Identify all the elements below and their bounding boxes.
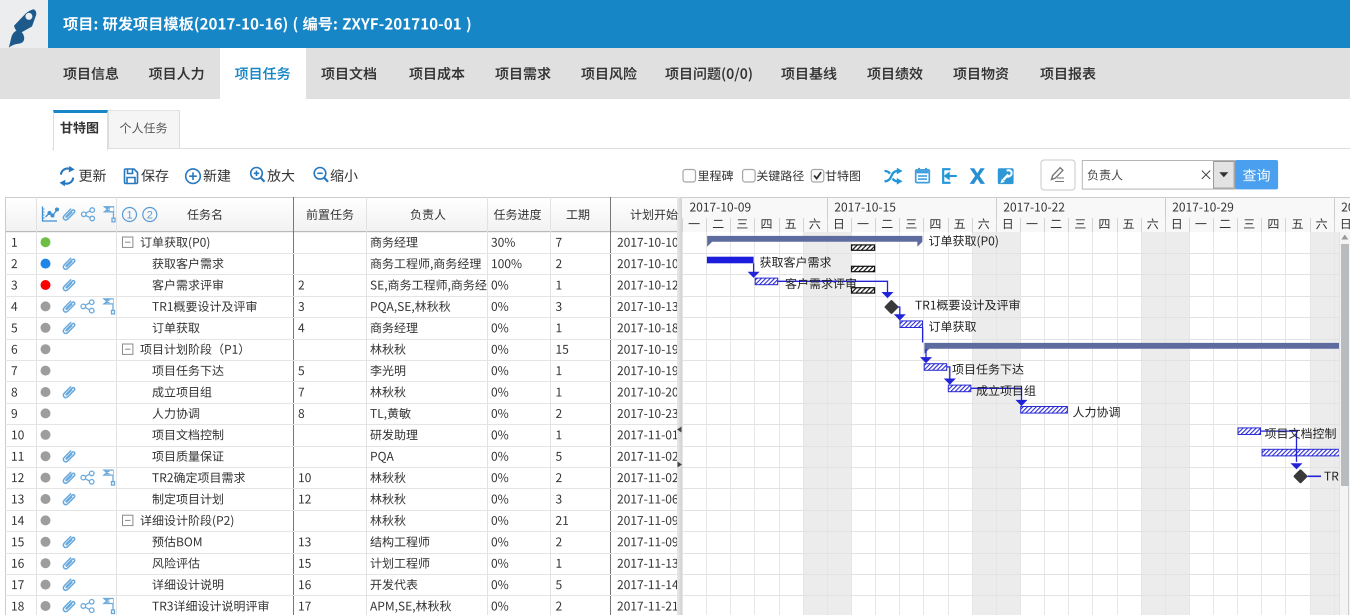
svg-text:2: 2 bbox=[147, 210, 153, 222]
svg-text:1: 1 bbox=[126, 210, 132, 222]
